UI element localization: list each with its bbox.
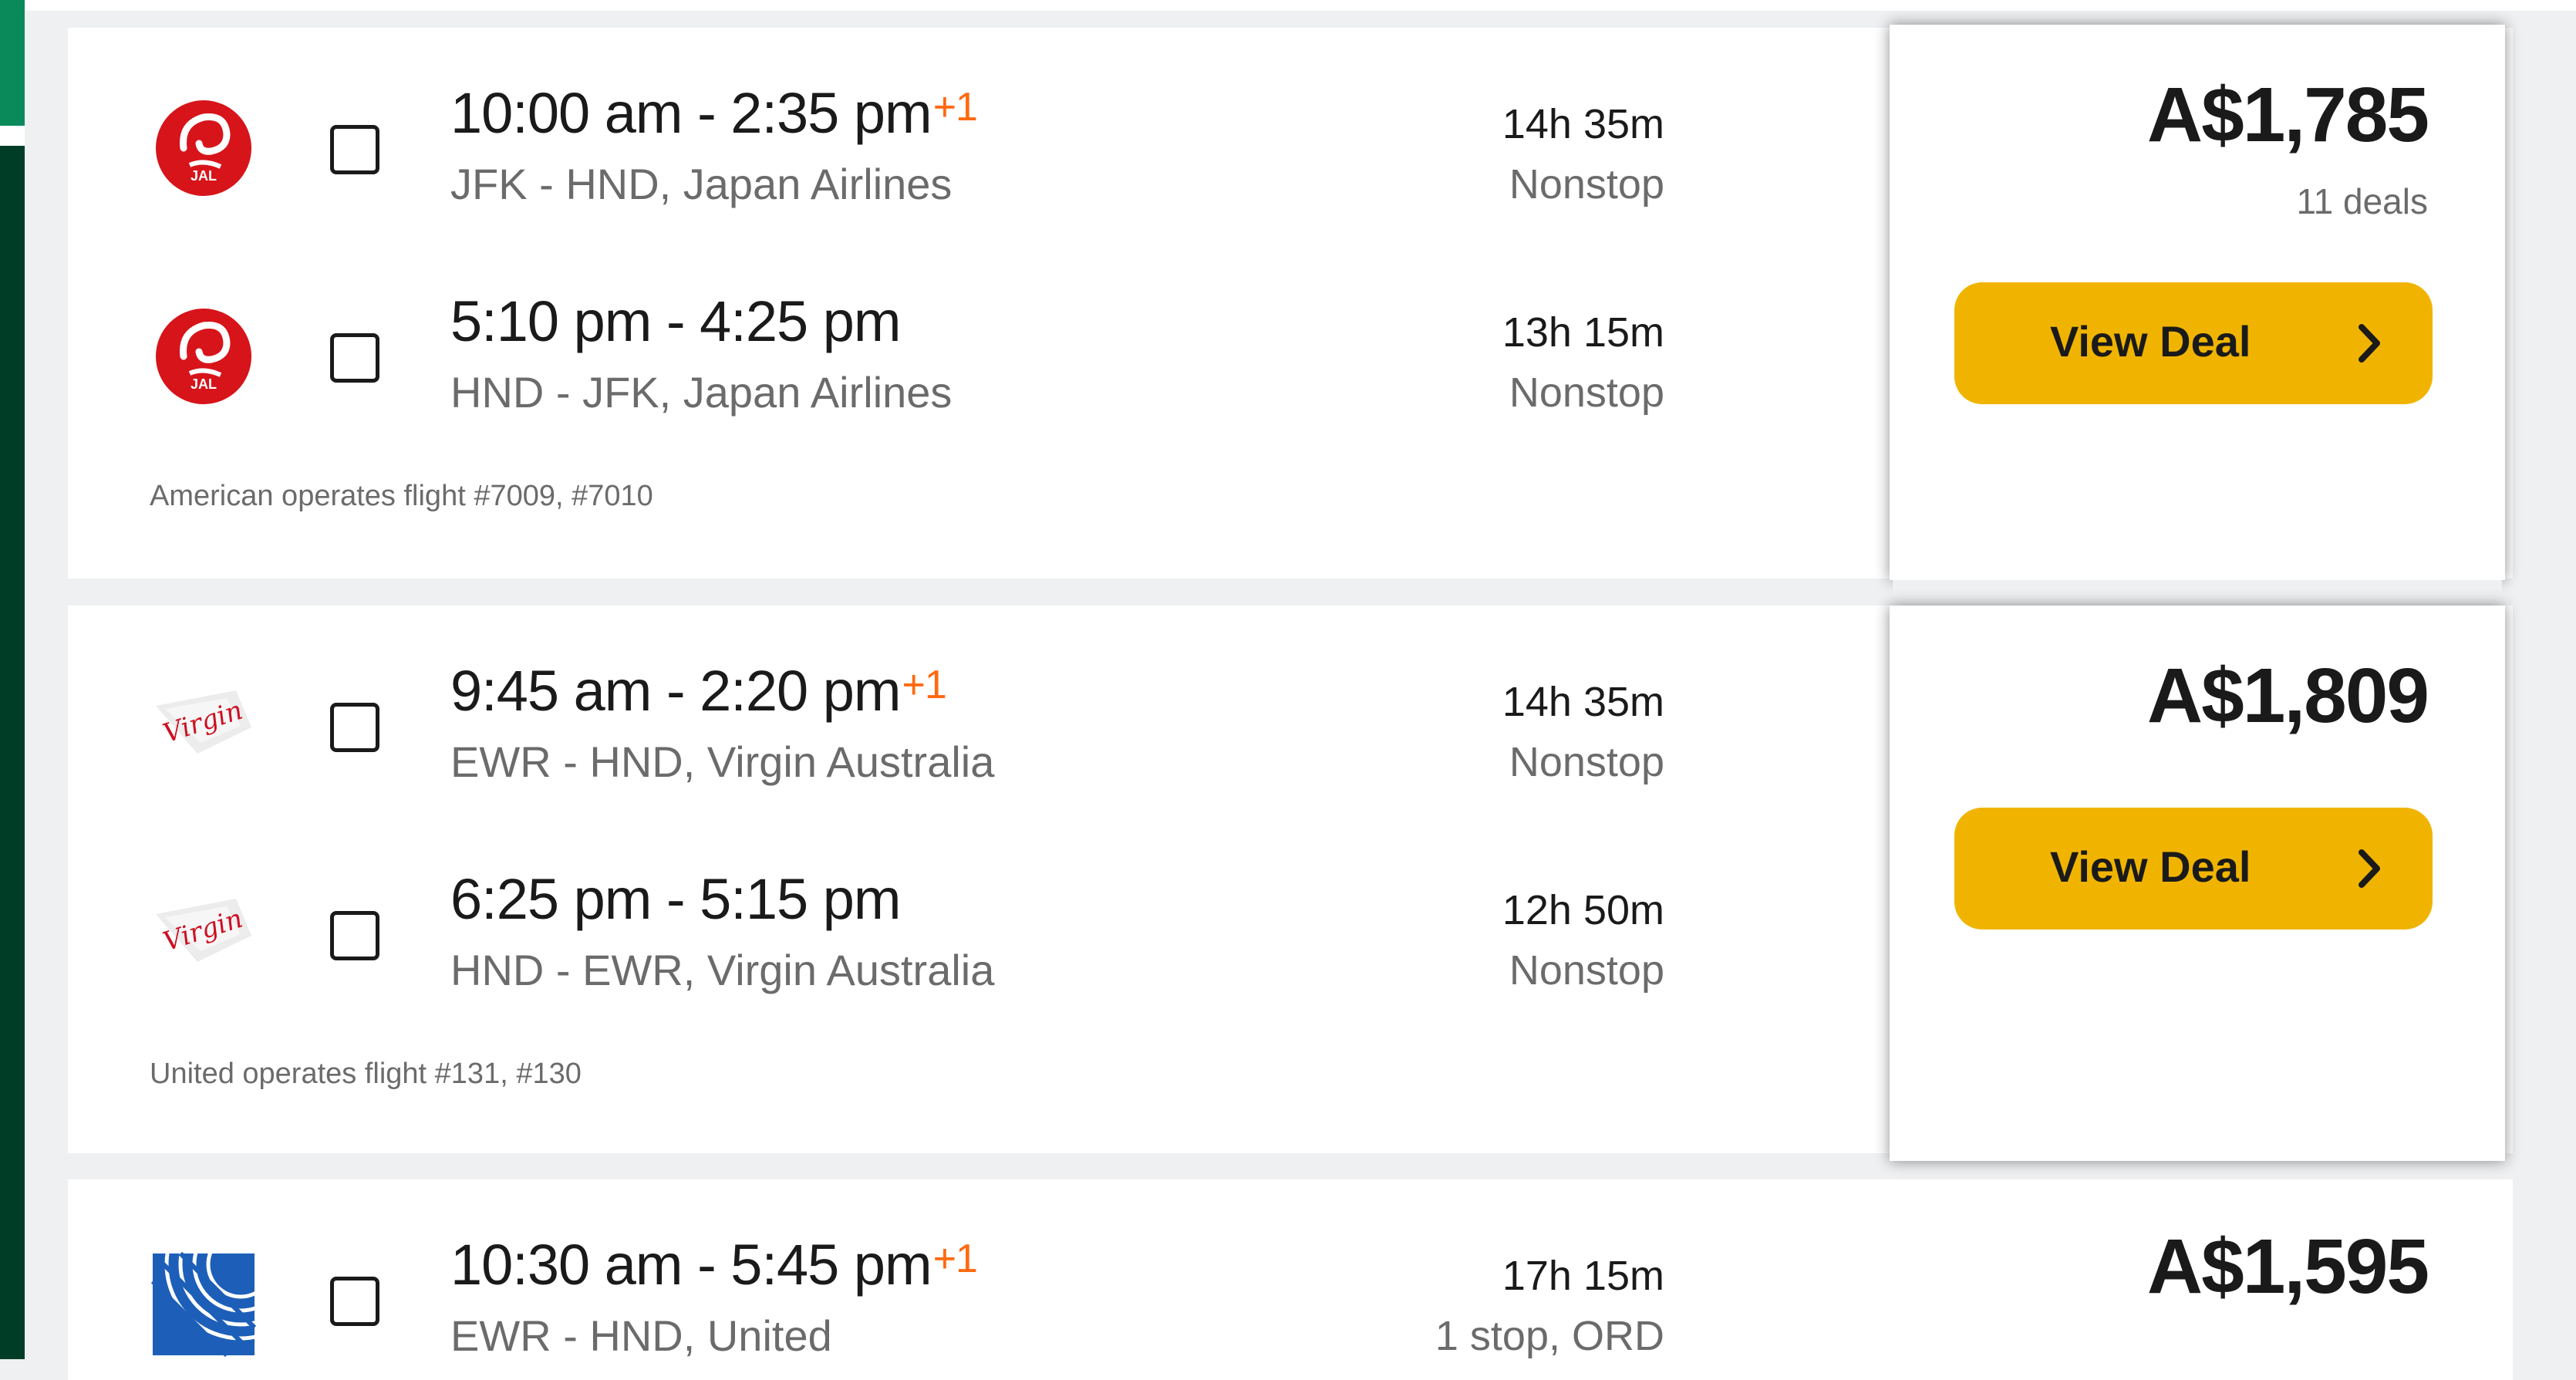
plus-day-badge: +1: [932, 1237, 978, 1281]
price-panel: A$1,785 11 deals View Deal: [1890, 25, 2505, 580]
operated-by-note: American operates flight #7009, #7010: [150, 480, 653, 512]
svg-text:JAL: JAL: [191, 168, 217, 184]
compare-checkbox[interactable]: [330, 1277, 379, 1326]
sidebar-panel: [0, 146, 25, 1359]
flight-duration: 14h 35m: [1502, 101, 1664, 147]
flight-duration: 17h 15m: [1502, 1253, 1664, 1299]
flight-leg-return: Virgin 6:25 pm - 5:15 pm HND - EWR, Virg…: [68, 814, 1842, 994]
virgin-australia-logo-icon: Virgin: [156, 690, 251, 754]
flight-stops: Nonstop: [1509, 161, 1664, 208]
flight-route: EWR - HND, United: [450, 1311, 832, 1360]
flight-route: JFK - HND, Japan Airlines: [450, 160, 953, 208]
price-amount: A$1,595: [2146, 1223, 2429, 1310]
flight-stops: Nonstop: [1509, 739, 1664, 785]
flight-route: HND - EWR, Virgin Australia: [450, 946, 995, 994]
flight-leg-outbound: JAL 10:00 am - 2:35 pm+1 JFK - HND, Japa…: [68, 28, 1842, 208]
united-logo-icon: [150, 1250, 258, 1358]
plus-day-badge: +1: [902, 663, 947, 707]
price-amount: A$1,809: [2146, 653, 2429, 739]
compare-checkbox[interactable]: [330, 125, 379, 174]
chevron-right-icon: [2359, 324, 2380, 363]
flight-times: 10:00 am - 2:35 pm+1: [450, 81, 978, 145]
flight-route: EWR - HND, Virgin Australia: [450, 737, 995, 786]
flight-duration: 14h 35m: [1502, 679, 1664, 725]
chevron-right-icon: [2359, 849, 2380, 888]
sidebar-accent: [0, 0, 25, 126]
flight-times: 6:25 pm - 5:15 pm: [450, 867, 902, 931]
top-strip: [25, 0, 2576, 11]
flight-duration: 12h 50m: [1502, 887, 1664, 933]
svg-text:JAL: JAL: [191, 376, 217, 392]
compare-checkbox[interactable]: [330, 333, 379, 383]
flight-leg-outbound: Virgin 9:45 am - 2:20 pm+1 EWR - HND, Vi…: [68, 606, 1842, 786]
price-amount: A$1,785: [2146, 72, 2429, 158]
flight-times: 10:30 am - 5:45 pm+1: [450, 1233, 978, 1297]
panel-separator: [1893, 580, 2502, 603]
deals-count: 11 deals: [2296, 181, 2428, 221]
compare-checkbox[interactable]: [330, 703, 379, 752]
virgin-australia-logo-icon: Virgin: [156, 899, 251, 962]
jal-logo-icon: JAL: [156, 100, 251, 196]
flight-leg-return: JAL 5:10 pm - 4:25 pm HND - JFK, Japan A…: [68, 236, 1842, 417]
view-deal-button[interactable]: View Deal: [1954, 808, 2433, 930]
flight-duration: 13h 15m: [1502, 309, 1664, 356]
compare-checkbox[interactable]: [330, 911, 379, 960]
flight-leg-outbound: 10:30 am - 5:45 pm+1 EWR - HND, United 1…: [68, 1179, 1842, 1360]
flight-times: 9:45 am - 2:20 pm+1: [450, 659, 947, 723]
operated-by-note: United operates flight #131, #130: [150, 1058, 582, 1090]
view-deal-button[interactable]: View Deal: [1954, 282, 2433, 404]
sidebar-gap: [0, 126, 25, 146]
flight-route: HND - JFK, Japan Airlines: [450, 368, 953, 417]
flight-stops: Nonstop: [1509, 369, 1664, 416]
plus-day-badge: +1: [932, 85, 978, 130]
view-deal-label: View Deal: [2050, 317, 2251, 366]
flight-stops: 1 stop, ORD: [1435, 1313, 1664, 1359]
view-deal-label: View Deal: [2050, 842, 2251, 891]
flight-times: 5:10 pm - 4:25 pm: [450, 289, 902, 353]
flight-stops: Nonstop: [1509, 947, 1664, 994]
jal-logo-icon: JAL: [156, 309, 251, 404]
price-panel: A$1,809 View Deal: [1890, 606, 2505, 1161]
result-card[interactable]: 10:30 am - 5:45 pm+1 EWR - HND, United 1…: [68, 1179, 2513, 1380]
